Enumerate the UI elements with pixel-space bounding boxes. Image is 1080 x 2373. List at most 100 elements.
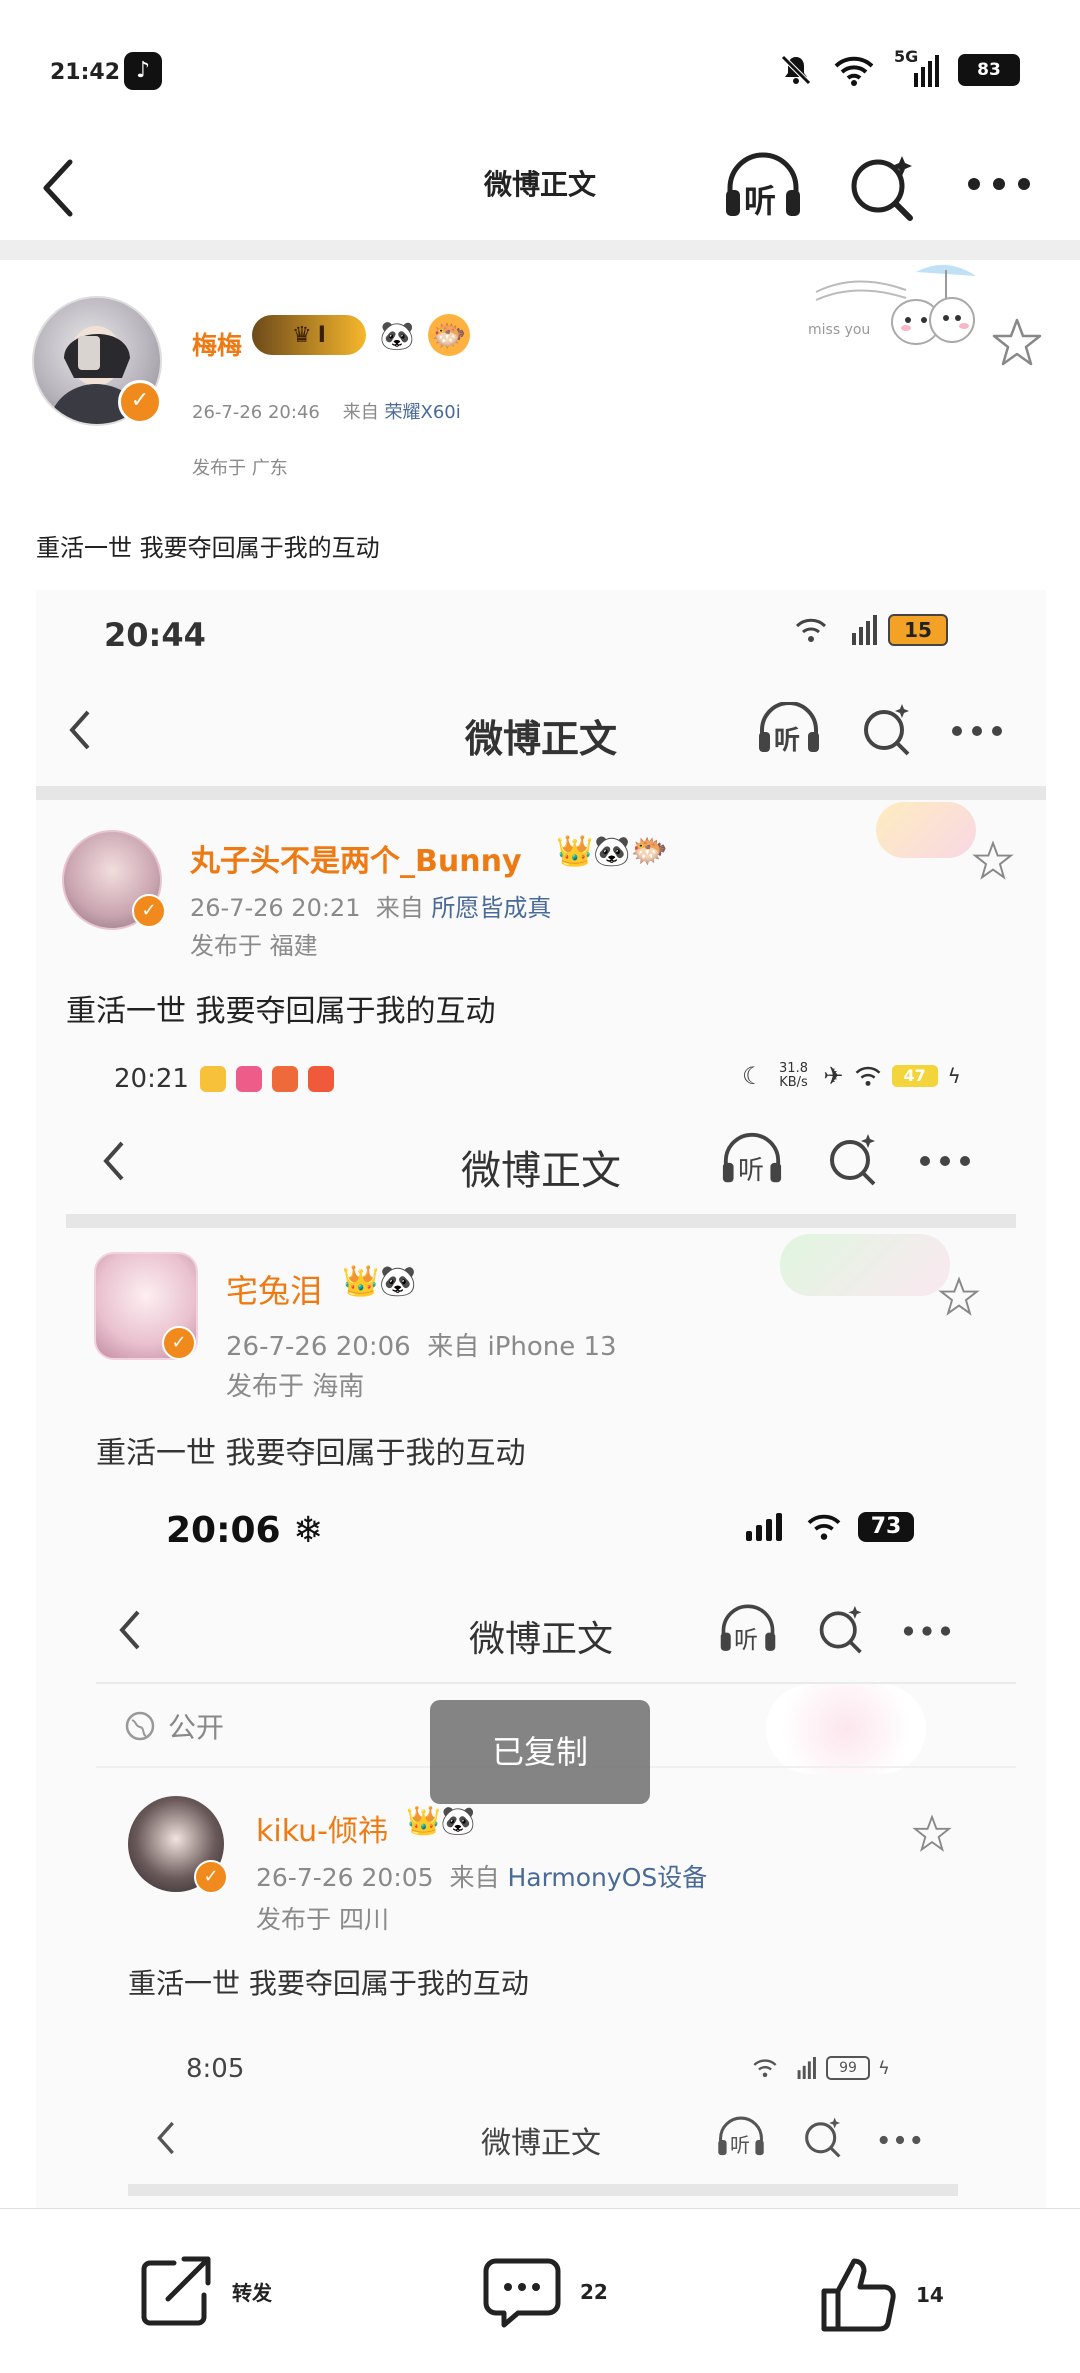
status-icons: 5G 83	[778, 47, 1020, 90]
battery-icon: 47	[891, 1065, 938, 1087]
embed-l1-meta: 26-7-26 20:21 来自 所愿皆成真	[190, 888, 551, 923]
airplane-icon: ✈	[823, 1062, 844, 1090]
wifi-icon	[795, 618, 827, 642]
listen-label: 听	[734, 1626, 758, 1654]
decorative-sticker	[766, 1684, 926, 1774]
status-bar: 21:42 ♪ 5G 83	[0, 0, 1080, 130]
signal-icon	[852, 615, 877, 645]
favorite-star-icon[interactable]	[990, 316, 1044, 370]
app-icon	[272, 1066, 298, 1092]
embed-l3-status-icons: 73	[746, 1512, 914, 1542]
embed-l3-title: 微博正文	[468, 1619, 613, 1660]
fish-icon: 🐡	[428, 314, 470, 356]
embed-l3-public: 公开	[124, 1706, 224, 1746]
embed-l2-divider	[66, 1214, 1016, 1228]
embed-l1-listen: 听	[756, 701, 822, 756]
comment-button[interactable]: 22	[482, 2255, 608, 2329]
favorite-star-icon	[938, 1276, 980, 1316]
bottom-action-bar: 转发 22 14	[0, 2208, 1080, 2373]
embed-l4-time: 8:05	[186, 2054, 245, 2084]
from-prefix: 来自	[427, 1332, 480, 1362]
share-icon	[141, 2256, 211, 2326]
battery-icon: 15	[888, 614, 948, 646]
public-label: 公开	[168, 1711, 225, 1744]
more-icon	[952, 726, 1002, 736]
decorative-sticker: miss you	[796, 262, 1006, 372]
search-sparkle-icon[interactable]	[848, 152, 918, 222]
wifi-icon	[855, 1066, 881, 1086]
search-sparkle-icon	[805, 2117, 841, 2158]
username[interactable]: 梅梅	[192, 326, 242, 362]
mute-bell-icon	[781, 55, 811, 85]
globe-icon	[125, 1711, 155, 1741]
comment-icon	[483, 2258, 561, 2328]
embed-l1-source: 所愿皆成真	[431, 894, 552, 922]
embed-l1-username: 丸子头不是两个_Bunny	[190, 844, 522, 879]
post-meta: 26-7-26 20:46 来自 荣耀X60i	[192, 398, 461, 424]
decorative-sticker	[780, 1234, 950, 1296]
weibo-icon	[200, 1066, 226, 1092]
listen-label: 听	[744, 182, 777, 220]
verified-badge-icon: ✓	[194, 1860, 228, 1894]
from-prefix: 来自	[342, 402, 379, 423]
post-timestamp: 26-7-26 20:46	[192, 402, 320, 423]
moon-icon: ☾	[742, 1062, 764, 1090]
embed-l3-time: 20:06 ❄	[166, 1510, 323, 1551]
embed-l3-username: kiku-倾祎	[256, 1814, 388, 1849]
from-prefix: 来自	[375, 894, 424, 922]
repost-label: 转发	[232, 2280, 272, 2305]
verified-badge-icon: ✓	[162, 1326, 196, 1360]
like-button[interactable]: 14	[818, 2255, 944, 2335]
crown-badge-icon[interactable]: ♛ I	[252, 315, 366, 355]
panda-icon: 🐼	[379, 318, 415, 352]
embed-l1-status-icons: 15	[794, 614, 948, 646]
embed-l4-divider	[128, 2184, 958, 2196]
page-title: 微博正文	[483, 168, 596, 201]
search-sparkle-icon	[864, 704, 910, 756]
app-icon	[236, 1066, 262, 1092]
user-badges: ♛ I 🐼 🐡	[252, 314, 470, 356]
post-image[interactable]: 20:44 15 微博正文 听 ✓ 丸子头不是两个_Bunny 👑🐼🐡 26-7…	[36, 590, 1046, 2210]
embed-l2-status-icons: ☾ 31.8 KB/s ✈ 47 ϟ	[742, 1061, 961, 1091]
embed-l3-location: 发布于 四川	[256, 1905, 389, 1934]
post-location: 发布于 广东	[192, 458, 288, 479]
more-icon[interactable]	[966, 174, 1032, 194]
embed-l2-source: iPhone 13	[487, 1332, 617, 1362]
more-icon	[920, 1156, 970, 1166]
top-nav-bar: 微博正文 听	[0, 130, 1080, 240]
embed-l1-location: 发布于 福建	[190, 932, 318, 960]
decorative-sticker	[876, 802, 976, 858]
charging-icon: ϟ	[878, 2057, 890, 2079]
embed-l3-text: 重活一世 我要夺回属于我的互动	[128, 1967, 529, 2000]
repost-button[interactable]: 转发	[138, 2255, 272, 2327]
embed-l2-notif-icons	[200, 1066, 334, 1092]
embed-l2-timestamp: 26-7-26 20:06	[226, 1332, 411, 1362]
signal-icon	[797, 2057, 816, 2079]
embed-l2-time: 20:21	[114, 1064, 189, 1094]
post-source[interactable]: 荣耀X60i	[384, 402, 460, 423]
embed-l2-title: 微博正文	[461, 1148, 621, 1194]
embed-l2-listen: 听	[720, 1132, 784, 1186]
section-divider	[0, 240, 1080, 260]
favorite-star-icon	[912, 1814, 952, 1852]
snowflake-icon: ❄	[293, 1510, 324, 1551]
tiktok-notification-icon: ♪	[124, 52, 162, 90]
thumbs-up-icon	[821, 2258, 896, 2332]
wifi-icon	[753, 2059, 777, 2078]
embed-l2-location: 发布于 海南	[226, 1372, 365, 1402]
wifi-icon	[834, 56, 874, 86]
embed-l2-meta: 26-7-26 20:06 来自 iPhone 13	[226, 1326, 617, 1363]
embed-l1-time: 20:44	[104, 616, 206, 654]
like-count: 14	[916, 2283, 944, 2307]
embed-l2-text: 重活一世 我要夺回属于我的互动	[96, 1436, 526, 1471]
listen-label: 听	[774, 726, 801, 756]
copied-toast: 已复制	[430, 1700, 650, 1804]
embed-l2-speed: 31.8 KB/s	[779, 1061, 808, 1090]
more-icon	[879, 2135, 921, 2145]
embed-l3-badges: 👑🐼	[406, 1804, 476, 1837]
deco-text: miss you	[808, 322, 871, 338]
post-body-text: 重活一世 我要夺回属于我的互动	[36, 534, 380, 562]
app-icon	[308, 1066, 334, 1092]
listen-button[interactable]: 听	[722, 150, 804, 220]
wifi-icon	[807, 1514, 841, 1540]
